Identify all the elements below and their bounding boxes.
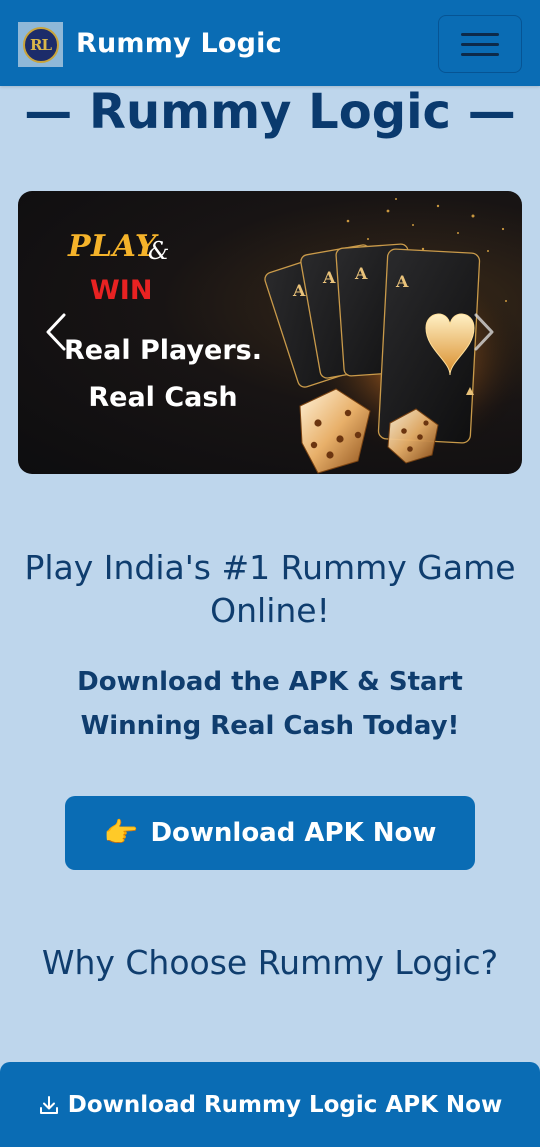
why-choose-heading: Why Choose Rummy Logic?	[41, 943, 499, 982]
slide-headline-line2: Real Cash	[88, 382, 238, 413]
slide-win-text: WIN	[90, 275, 153, 306]
svg-text:A: A	[354, 264, 368, 283]
menu-line	[461, 42, 499, 46]
pointing-hand-icon: 👉	[103, 816, 139, 849]
download-apk-label: Download APK Now	[150, 818, 437, 848]
sticky-download-button[interactable]: Download Rummy Logic APK Now	[0, 1062, 540, 1147]
svg-text:A: A	[395, 272, 409, 291]
menu-line	[461, 32, 499, 36]
menu-line	[461, 52, 499, 56]
hero-carousel[interactable]: A A A A PLAY & WIN Real Players. Real Ca…	[18, 191, 522, 474]
slide-ampersand: &	[148, 237, 170, 265]
svg-text:A: A	[292, 281, 306, 300]
page-title: — Rummy Logic —	[24, 84, 516, 140]
slide-headline-line1: Real Players.	[64, 335, 262, 366]
logo-monogram: RL	[22, 26, 59, 63]
top-navbar: RL Rummy Logic	[0, 0, 540, 86]
slide-play-text: PLAY	[68, 229, 157, 264]
hamburger-menu-icon[interactable]	[438, 15, 522, 73]
download-apk-button[interactable]: 👉 Download APK Now	[65, 796, 475, 870]
intro-subtitle: Download the APK & Start Winning Real Ca…	[77, 667, 463, 741]
svg-text:A: A	[322, 268, 336, 287]
chevron-right-icon[interactable]	[468, 311, 498, 353]
download-icon	[38, 1094, 60, 1116]
chevron-left-icon[interactable]	[42, 311, 72, 353]
rummy-logic-logo[interactable]: RL	[18, 22, 63, 67]
brand-name[interactable]: Rummy Logic	[76, 22, 282, 66]
sticky-download-label: Download Rummy Logic APK Now	[67, 1091, 503, 1118]
intro-title: Play India's #1 Rummy Game Online!	[24, 548, 516, 630]
